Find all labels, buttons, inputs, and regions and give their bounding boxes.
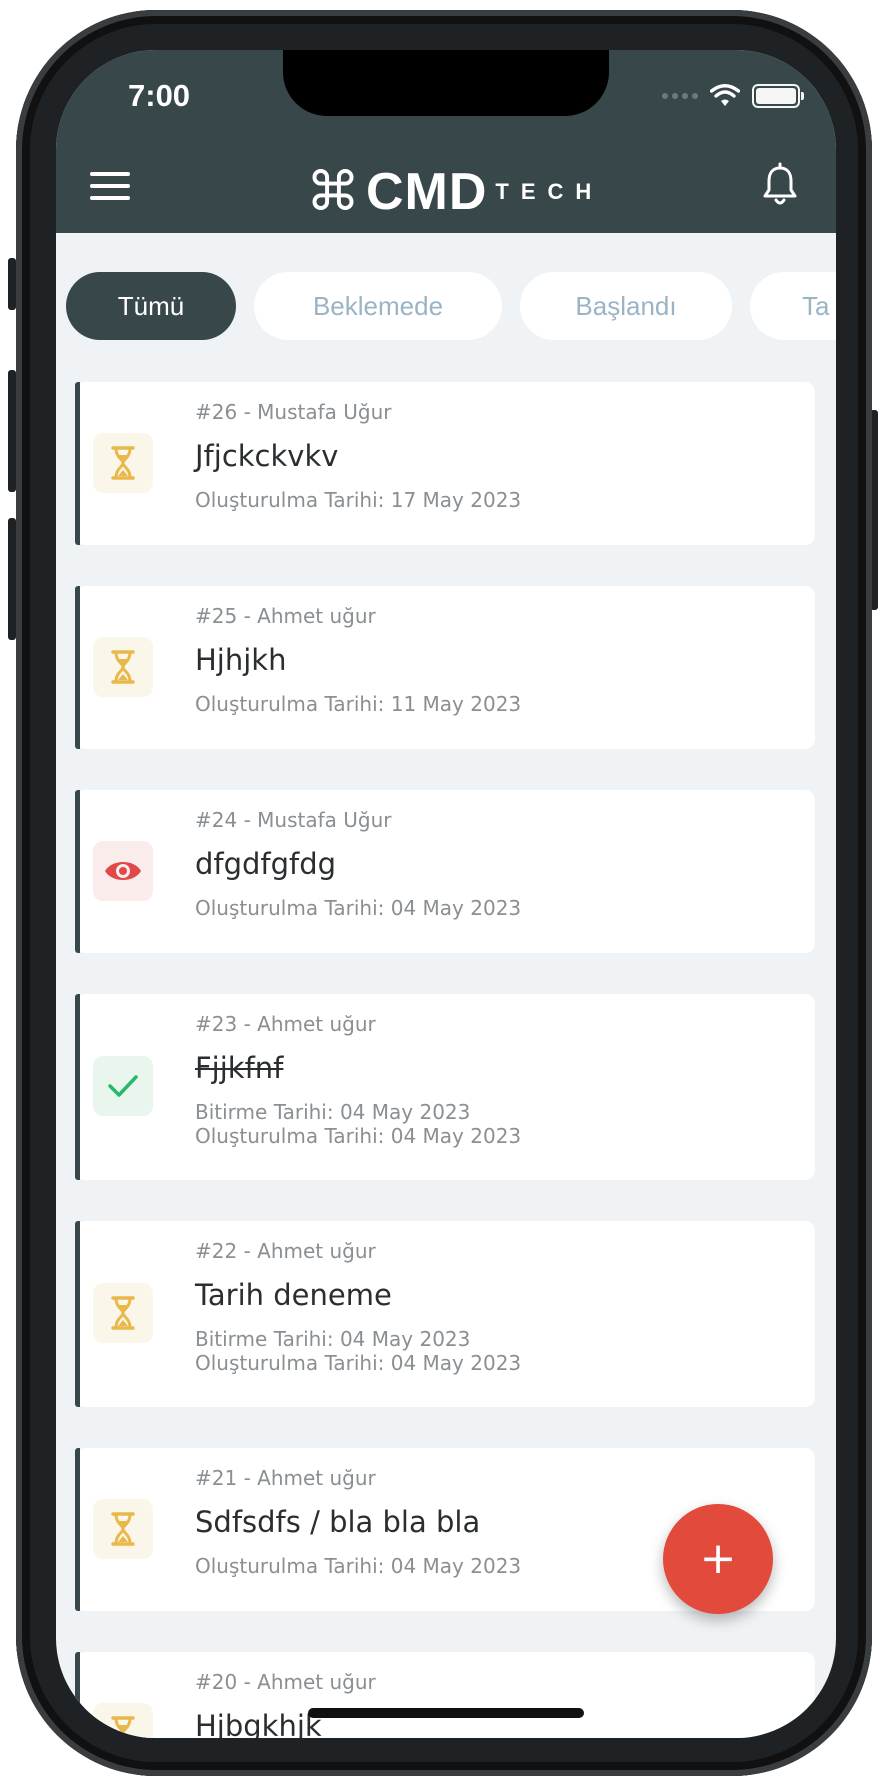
bell-icon [763,162,797,205]
card-accent-bar [75,1448,80,1611]
card-accent-bar [75,790,80,953]
battery-icon [752,84,804,108]
menu-button[interactable] [90,172,130,204]
task-created-date: Oluşturulma Tarihi: 11 May 2023 [195,692,522,716]
hourglass-icon [111,446,135,480]
status-badge [93,637,153,697]
task-created-date: Oluşturulma Tarihi: 17 May 2023 [195,488,522,512]
tab-waiting[interactable]: Beklemede [254,272,502,340]
status-time: 7:00 [128,78,191,113]
task-title: Jfjckckvkv [195,439,339,473]
signal-icon [662,93,698,99]
task-dates: Bitirme Tarihi: 04 May 2023 Oluşturulma … [195,1100,815,1148]
task-card[interactable]: #26 - Mustafa Uğur Jfjckckvkv Oluşturulm… [75,382,815,545]
home-indicator [308,1708,584,1718]
task-card[interactable]: #23 - Ahmet uğur Fjjkfnf Bitirme Tarihi:… [75,994,815,1180]
app-header: 7:00 ⌘ CMD TECH [56,50,836,233]
status-filter-tabs: Tümü Beklemede Başlandı Ta [66,272,836,340]
task-title: Fjjkfnf [195,1051,284,1085]
logo-subtext: TECH [495,179,604,204]
task-meta: #21 - Ahmet uğur [195,1466,376,1490]
hourglass-icon [111,1296,135,1330]
plus-icon: + [699,1533,737,1584]
task-card[interactable]: #24 - Mustafa Uğur dfgdfgfdg Oluşturulma… [75,790,815,953]
task-card[interactable]: #22 - Ahmet uğur Tarih deneme Bitirme Ta… [75,1221,815,1407]
device-notch [283,50,609,116]
task-created-date: Oluşturulma Tarihi: 04 May 2023 [195,1124,522,1148]
checkmark-icon [108,1075,138,1097]
volume-up-button [8,370,16,492]
card-accent-bar [75,1652,80,1738]
task-dates: Bitirme Tarihi: 04 May 2023 Oluşturulma … [195,1327,815,1375]
status-badge [93,1703,153,1738]
task-meta: #25 - Ahmet uğur [195,604,376,628]
status-badge [93,841,153,901]
wifi-icon [710,84,740,106]
logo-symbol: ⌘ [306,160,360,223]
status-badge [93,1283,153,1343]
task-meta: #24 - Mustafa Uğur [195,808,392,832]
task-finish-date: Bitirme Tarihi: 04 May 2023 [195,1100,471,1124]
task-card[interactable]: #20 - Ahmet uğur Hjbgkhjk [75,1652,815,1738]
task-meta: #22 - Ahmet uğur [195,1239,376,1263]
tab-all[interactable]: Tümü [66,272,236,340]
hamburger-icon [90,172,130,176]
task-meta: #23 - Ahmet uğur [195,1012,376,1036]
hourglass-icon [111,1512,135,1546]
task-title: Tarih deneme [195,1278,392,1312]
task-created-date: Oluşturulma Tarihi: 04 May 2023 [195,896,522,920]
mute-switch [8,258,16,310]
card-accent-bar [75,586,80,749]
task-meta: #26 - Mustafa Uğur [195,400,392,424]
tab-started[interactable]: Başlandı [520,272,732,340]
task-title: dfgdfgfdg [195,847,337,881]
task-meta: #20 - Ahmet uğur [195,1670,376,1694]
notifications-button[interactable] [760,162,800,210]
tab-partial[interactable]: Ta [750,272,836,340]
card-accent-bar [75,382,80,545]
task-card[interactable]: #25 - Ahmet uğur Hjhjkh Oluşturulma Tari… [75,586,815,749]
volume-down-button [8,518,16,640]
hourglass-icon [111,1716,135,1738]
status-icons [662,84,804,108]
status-badge [93,1499,153,1559]
status-badge [93,1056,153,1116]
hourglass-icon [111,650,135,684]
card-accent-bar [75,1221,80,1407]
status-badge [93,433,153,493]
task-created-date: Oluşturulma Tarihi: 04 May 2023 [195,1351,522,1375]
add-task-button[interactable]: + [663,1504,773,1614]
app-logo: ⌘ CMD TECH [306,162,603,222]
app-screen: 7:00 ⌘ CMD TECH Tümü Beklemede Başlandı … [56,50,836,1738]
task-finish-date: Bitirme Tarihi: 04 May 2023 [195,1327,471,1351]
card-accent-bar [75,994,80,1180]
eye-icon [105,862,141,880]
task-title: Hjhjkh [195,643,287,677]
logo-text: CMD [366,163,488,221]
